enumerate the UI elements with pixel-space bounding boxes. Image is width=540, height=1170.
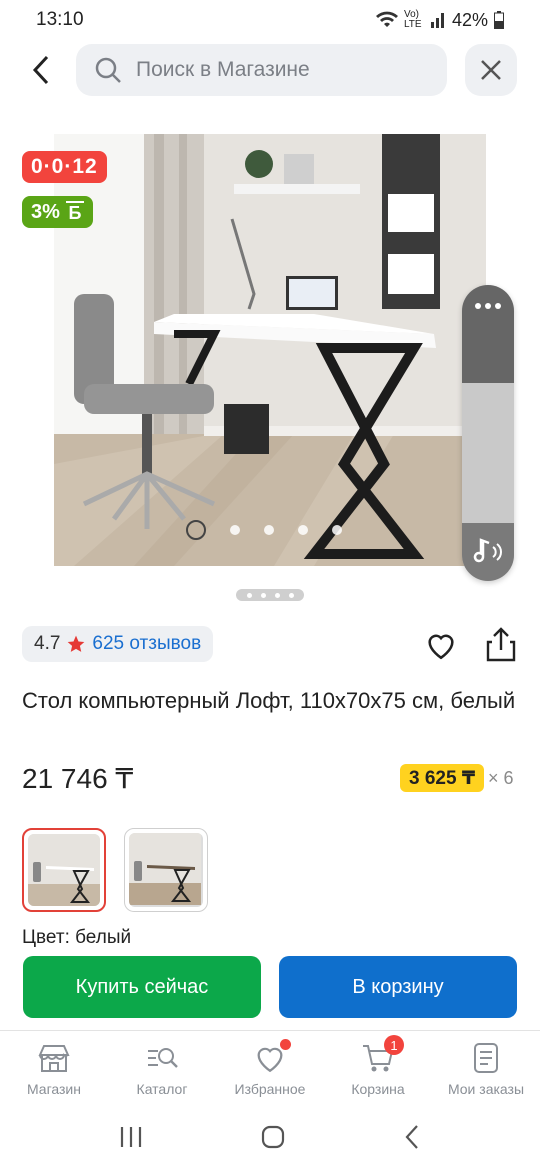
product-title: Стол компьютерный Лофт, 110x70x75 см, бе… bbox=[22, 688, 516, 713]
status-bar: 13:10 Vo) LTE 42% bbox=[0, 0, 540, 40]
rating-value: 4.7 bbox=[34, 633, 61, 654]
rating-pill[interactable]: 4.7 625 отзывов bbox=[22, 626, 214, 662]
tab-cart[interactable]: 1 Корзина bbox=[324, 1031, 432, 1104]
battery-percent: 42% bbox=[451, 9, 488, 30]
battery-icon bbox=[494, 11, 504, 29]
back-nav-icon[interactable] bbox=[402, 1124, 422, 1150]
product-photo bbox=[54, 134, 486, 566]
bonus-badge: 3% Б bbox=[22, 196, 93, 228]
notification-dot bbox=[280, 1039, 291, 1050]
image-carousel-dots bbox=[186, 520, 342, 540]
product-image-gallery[interactable] bbox=[54, 134, 486, 566]
carousel-dot[interactable] bbox=[230, 525, 240, 535]
recent-apps-icon[interactable] bbox=[118, 1125, 144, 1149]
home-icon[interactable] bbox=[260, 1124, 286, 1150]
wifi-icon bbox=[375, 11, 398, 27]
top-bar bbox=[0, 44, 540, 96]
catalog-search-icon bbox=[148, 1048, 178, 1068]
bonus-percent: 3% bbox=[31, 200, 60, 223]
network-label: Vo) LTE bbox=[403, 9, 422, 30]
tab-favorites[interactable]: Избранное bbox=[216, 1031, 324, 1104]
tab-label: Мои заказы bbox=[447, 1081, 525, 1097]
tab-catalog[interactable]: Каталог bbox=[108, 1031, 216, 1104]
back-button[interactable] bbox=[24, 50, 58, 90]
orders-icon bbox=[474, 1043, 498, 1073]
more-dots-icon bbox=[485, 303, 491, 309]
add-to-cart-button[interactable]: В корзину bbox=[279, 956, 517, 1018]
variant-image bbox=[129, 833, 203, 907]
carousel-dot-active[interactable] bbox=[186, 520, 206, 540]
close-button[interactable] bbox=[465, 44, 517, 96]
favorite-button[interactable] bbox=[424, 628, 458, 662]
search-icon bbox=[95, 57, 121, 83]
tab-shop[interactable]: Магазин bbox=[0, 1031, 108, 1104]
star-icon bbox=[68, 635, 85, 652]
reviews-link[interactable]: 625 отзывов bbox=[92, 633, 201, 655]
tab-label: Корзина bbox=[351, 1081, 405, 1097]
page-dot bbox=[246, 592, 252, 598]
page-dot bbox=[274, 592, 280, 598]
more-dots-icon bbox=[495, 303, 501, 309]
music-note-icon bbox=[473, 538, 502, 563]
status-icons: Vo) LTE 42% bbox=[375, 9, 504, 31]
installment-price: 3 625 ₸ bbox=[400, 764, 485, 792]
installment-months: × 6 bbox=[488, 767, 514, 788]
page-dot bbox=[260, 592, 266, 598]
more-dots-icon bbox=[475, 303, 481, 309]
shop-icon bbox=[38, 1045, 70, 1072]
page-dot bbox=[288, 592, 294, 598]
variant-image bbox=[28, 834, 100, 906]
cart-count-badge: 1 bbox=[384, 1035, 404, 1055]
tab-orders[interactable]: Мои заказы bbox=[432, 1031, 540, 1104]
heart-icon bbox=[428, 634, 454, 660]
share-icon bbox=[486, 627, 516, 662]
carousel-dot[interactable] bbox=[264, 525, 274, 535]
color-variant-thumbnail[interactable] bbox=[124, 828, 208, 912]
tab-label: Каталог bbox=[136, 1081, 188, 1097]
carousel-dot[interactable] bbox=[298, 525, 308, 535]
bonus-icon: Б bbox=[65, 201, 84, 223]
signal-icon bbox=[430, 13, 444, 28]
color-variant-thumbnail-selected[interactable] bbox=[22, 828, 106, 912]
installment-info[interactable]: 3 625 ₸ × 6 bbox=[400, 764, 514, 792]
back-arrow-icon bbox=[32, 55, 49, 85]
product-price: 21 746 ₸ bbox=[22, 763, 134, 794]
sound-button[interactable] bbox=[462, 523, 514, 581]
volume-slider[interactable] bbox=[462, 383, 514, 523]
buy-now-button[interactable]: Купить сейчас bbox=[23, 956, 261, 1018]
search-input[interactable] bbox=[136, 58, 416, 82]
share-button[interactable] bbox=[484, 626, 518, 662]
color-label: Цвет: белый bbox=[22, 927, 132, 948]
close-icon bbox=[481, 60, 501, 80]
floating-audio-widget[interactable] bbox=[462, 285, 514, 581]
bottom-tab-bar: Магазин Каталог Избранное 1 Корзина Мои … bbox=[0, 1030, 540, 1104]
carousel-dot[interactable] bbox=[332, 525, 342, 535]
search-box[interactable] bbox=[76, 44, 447, 96]
tab-label: Магазин bbox=[26, 1081, 81, 1097]
tab-label: Избранное bbox=[234, 1081, 306, 1097]
more-options-button[interactable] bbox=[462, 285, 514, 383]
timer-badge: 0·0·12 bbox=[22, 151, 107, 183]
system-nav-bar bbox=[0, 1104, 540, 1170]
page-indicator bbox=[236, 589, 304, 601]
status-time: 13:10 bbox=[36, 9, 84, 30]
